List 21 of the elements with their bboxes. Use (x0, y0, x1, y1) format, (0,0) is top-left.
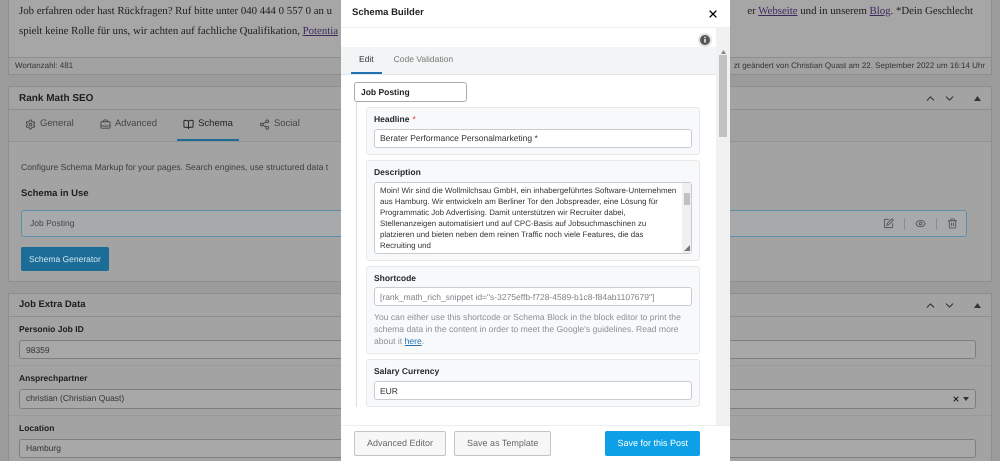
panel-title: Job Extra Data (19, 298, 86, 312)
panel-title: Rank Math SEO (19, 92, 94, 106)
field-label: Description (374, 166, 421, 178)
schema-type-label: Job Posting (354, 82, 467, 102)
paragraph-text: er Webseite und in unserem Blog. *Dein Geschlecht (747, 5, 973, 17)
paragraph-text: Job erfahren oder hast Rückfragen? Ruf bitte unter 040 444 0 557 0 an u (19, 5, 332, 17)
field-label: Salary Currency (374, 365, 440, 378)
section-heading: Schema in Use (21, 187, 89, 201)
word-count: Wortanzahl: 481 (15, 60, 74, 72)
field-label: Shortcode (374, 272, 416, 284)
description-text: Configure Schema Markup for your pages. Search engines, use structured data t (21, 162, 328, 172)
help-text: You can either use this shortcode or Schema Block in the block editor to print the schema data in the content in order to meet the Google's guidelines. Read more about it here. (374, 311, 682, 348)
field-label: Headline (374, 113, 410, 126)
paragraph-text: spielt keine Rolle für uns, wir achten auf fachliche Qualifikation, Potentia (19, 25, 338, 37)
field-label: Personio Job ID (19, 323, 84, 336)
field-label: Ansprechpartner (19, 372, 88, 385)
dialog-title: Schema Builder (352, 6, 424, 20)
field-label: Location (19, 422, 54, 434)
schema-name: Job Posting (30, 217, 74, 230)
required-mark: * (412, 113, 416, 126)
last-edited-text: zt geändert von Christian Quast am 22. September 2022 um 16:14 Uhr (734, 60, 985, 72)
